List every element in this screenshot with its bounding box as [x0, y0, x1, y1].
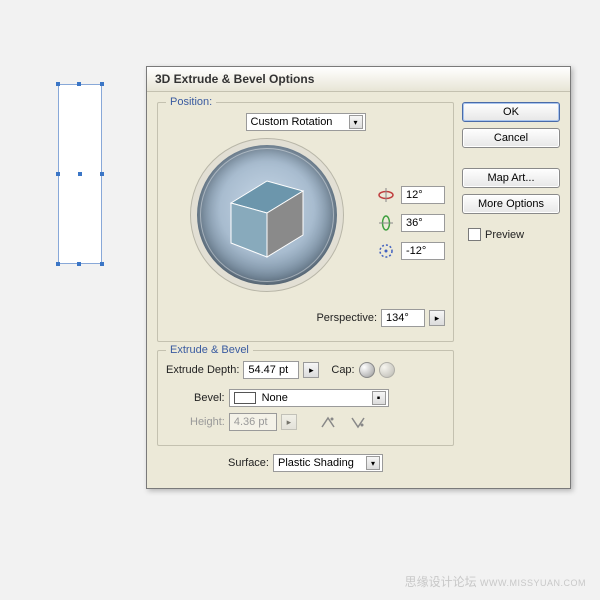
cap-label: Cap:: [331, 364, 354, 376]
position-value: Custom Rotation: [251, 116, 333, 128]
dialog-body: Position: Custom Rotation ▾: [147, 92, 570, 488]
perspective-stepper[interactable]: ▸: [429, 310, 445, 326]
bevel-out-icon[interactable]: [349, 413, 367, 431]
handle-n[interactable]: [77, 82, 81, 86]
rotate-x-input[interactable]: [401, 186, 445, 204]
handle-ne[interactable]: [100, 82, 104, 86]
depth-input[interactable]: [243, 361, 299, 379]
perspective-label: Perspective:: [316, 312, 377, 324]
handle-s[interactable]: [77, 262, 81, 266]
extrude-legend: Extrude & Bevel: [166, 344, 253, 356]
dropdown-icon: ▪: [372, 391, 386, 405]
rotate-y-input[interactable]: [401, 214, 445, 232]
rotate-y-icon: [377, 214, 395, 232]
bevel-thumb-icon: [234, 392, 256, 404]
surface-label: Surface:: [228, 457, 269, 469]
cancel-button[interactable]: Cancel: [462, 128, 560, 148]
extrude-fieldset: Extrude & Bevel Extrude Depth: ▸ Cap: Be…: [157, 350, 454, 446]
position-fieldset: Position: Custom Rotation ▾: [157, 102, 454, 342]
depth-stepper[interactable]: ▸: [303, 362, 319, 378]
watermark-cn: 思缘设计论坛: [405, 575, 477, 589]
dialog-title: 3D Extrude & Bevel Options: [147, 67, 570, 92]
watermark-en: WWW.MISSYUAN.COM: [480, 578, 586, 588]
bevel-value: None: [262, 392, 288, 404]
bevel-select[interactable]: None ▪: [229, 389, 389, 407]
handle-sw[interactable]: [56, 262, 60, 266]
cap-on-icon[interactable]: [359, 362, 375, 378]
cube-icon: [207, 155, 327, 275]
bevel-label: Bevel:: [194, 392, 225, 404]
dialog-3d-extrude-bevel: 3D Extrude & Bevel Options Position: Cus…: [146, 66, 571, 489]
handle-nw[interactable]: [56, 82, 60, 86]
rotation-preview[interactable]: [191, 139, 343, 291]
preview-checkbox[interactable]: [468, 228, 481, 241]
depth-label: Extrude Depth:: [166, 364, 239, 376]
surface-value: Plastic Shading: [278, 457, 354, 469]
perspective-input[interactable]: [381, 309, 425, 327]
dropdown-icon: ▾: [349, 115, 363, 129]
handle-se[interactable]: [100, 262, 104, 266]
rotate-z-icon: [377, 242, 395, 260]
height-stepper: ▸: [281, 414, 297, 430]
ok-button[interactable]: OK: [462, 102, 560, 122]
preview-label: Preview: [485, 229, 524, 241]
canvas: 3D Extrude & Bevel Options Position: Cus…: [0, 0, 600, 600]
center-point[interactable]: [78, 172, 82, 176]
dropdown-icon: ▾: [366, 456, 380, 470]
handle-w[interactable]: [56, 172, 60, 176]
more-options-button[interactable]: More Options: [462, 194, 560, 214]
cap-off-icon[interactable]: [379, 362, 395, 378]
map-art-button[interactable]: Map Art...: [462, 168, 560, 188]
bevel-in-icon[interactable]: [319, 413, 337, 431]
watermark: 思缘设计论坛 WWW.MISSYUAN.COM: [405, 573, 586, 590]
rotate-z-input[interactable]: [401, 242, 445, 260]
position-legend: Position:: [166, 96, 216, 108]
surface-select[interactable]: Plastic Shading ▾: [273, 454, 383, 472]
handle-e[interactable]: [100, 172, 104, 176]
rotate-x-icon: [377, 186, 395, 204]
height-label: Height:: [190, 416, 225, 428]
height-input: [229, 413, 277, 431]
position-select[interactable]: Custom Rotation ▾: [246, 113, 366, 131]
